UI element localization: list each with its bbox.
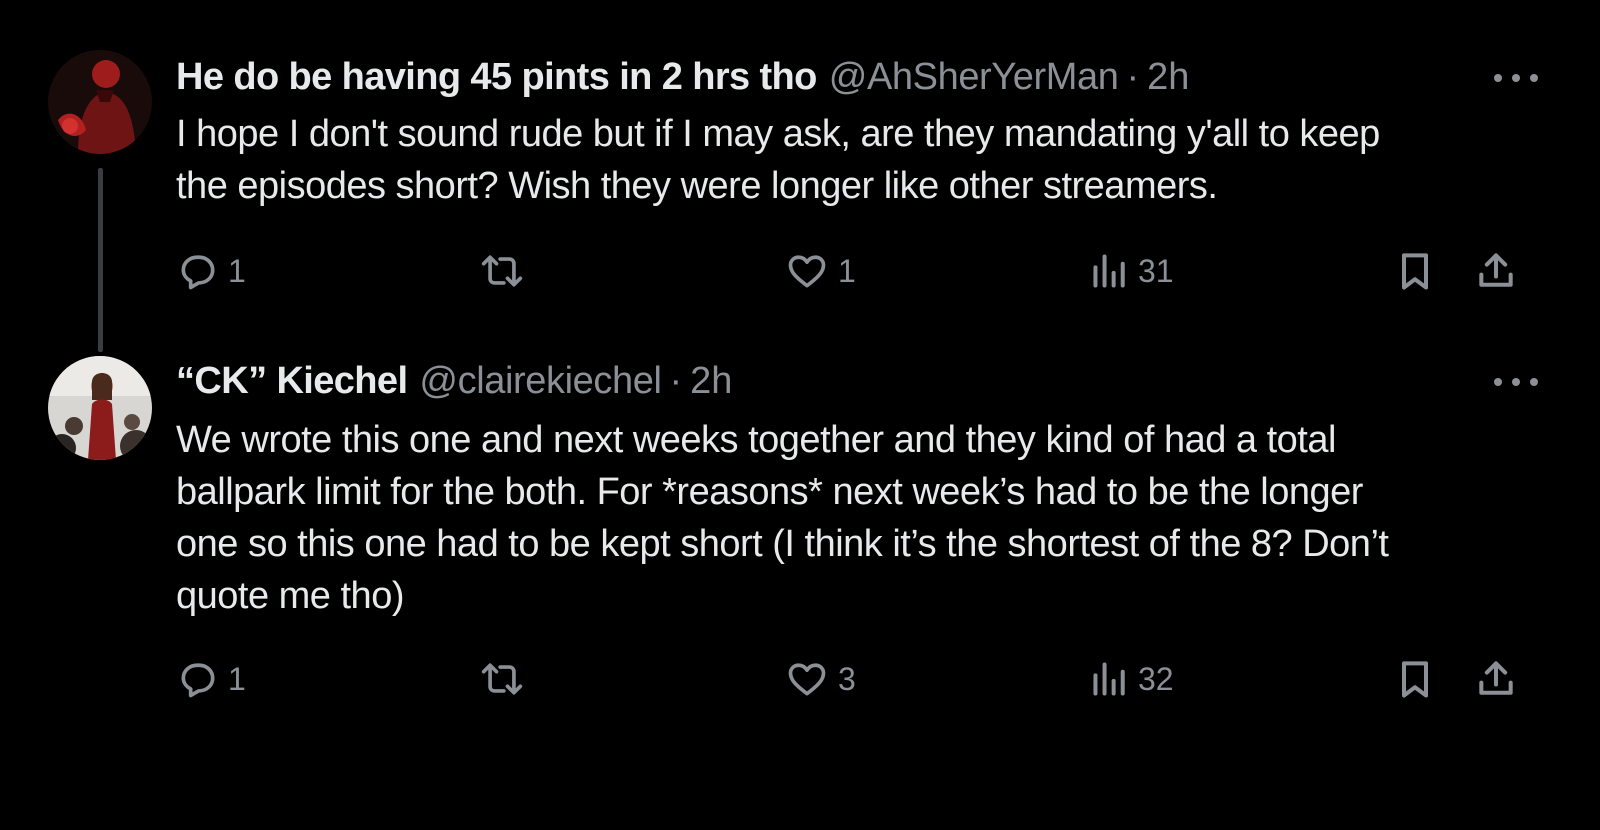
share-icon xyxy=(1479,253,1513,287)
bookmark-icon xyxy=(1401,661,1429,698)
share-button[interactable] xyxy=(1474,654,1518,704)
tweet-text-line: one so this one had to be kept short (I … xyxy=(176,523,1389,565)
more-icon-dot xyxy=(1494,74,1502,82)
timestamp[interactable]: 2h xyxy=(1147,56,1189,99)
bookmark-button[interactable] xyxy=(1394,654,1436,704)
reply-icon xyxy=(181,663,215,698)
views-icon xyxy=(1093,662,1125,696)
avatar-red-figure-icon xyxy=(48,50,152,154)
tweet-header: He do be having 45 pints in 2 hrs tho @A… xyxy=(176,52,1189,102)
tweet-text-line: the episodes short? Wish they were longe… xyxy=(176,165,1218,207)
more-icon-dot xyxy=(1512,74,1520,82)
tweet-text-line: quote me tho) xyxy=(176,575,404,617)
tweet-text: I hope I don't sound rude but if I may a… xyxy=(176,108,1536,212)
reply-button[interactable]: 1 xyxy=(176,246,246,296)
reply-button[interactable]: 1 xyxy=(176,654,246,704)
user-handle[interactable]: @clairekiechel xyxy=(419,360,661,403)
tweet-actions: 1 1 31 xyxy=(176,246,1546,296)
more-icon-dot xyxy=(1494,378,1502,386)
avatar[interactable] xyxy=(48,50,152,154)
like-button[interactable]: 3 xyxy=(784,654,856,704)
more-icon-dot xyxy=(1530,74,1538,82)
repost-icon xyxy=(481,663,523,695)
tweet-text-line: We wrote this one and next weeks togethe… xyxy=(176,419,1336,461)
more-icon-dot xyxy=(1512,378,1520,386)
repost-icon xyxy=(481,255,523,287)
tweet-text-line: ballpark limit for the both. For *reason… xyxy=(176,471,1363,513)
tweet-header: “CK” Kiechel @clairekiechel · 2h xyxy=(176,356,732,406)
like-count: 3 xyxy=(838,660,856,697)
repost-button[interactable] xyxy=(478,654,534,704)
avatar-person-red-dress-icon xyxy=(48,356,152,460)
more-options-button[interactable] xyxy=(1494,68,1538,88)
avatar[interactable] xyxy=(48,356,152,460)
thread-connector-line xyxy=(98,168,103,352)
separator: · xyxy=(669,359,683,402)
separator: · xyxy=(1126,55,1140,98)
repost-button[interactable] xyxy=(478,246,534,296)
share-button[interactable] xyxy=(1474,246,1518,296)
reply-count: 1 xyxy=(228,252,246,289)
reply-count: 1 xyxy=(228,660,246,697)
more-options-button[interactable] xyxy=(1494,372,1538,392)
like-count: 1 xyxy=(838,252,856,289)
more-icon-dot xyxy=(1530,378,1538,386)
bookmark-icon xyxy=(1401,253,1429,290)
timestamp[interactable]: 2h xyxy=(690,360,732,403)
user-handle[interactable]: @AhSherYerMan xyxy=(829,56,1119,99)
views-count: 31 xyxy=(1138,252,1174,289)
views-icon xyxy=(1093,254,1125,288)
views-count: 32 xyxy=(1138,660,1174,697)
share-icon xyxy=(1479,661,1513,695)
reply-icon xyxy=(181,255,215,290)
tweet-actions: 1 3 32 xyxy=(176,654,1546,704)
heart-icon xyxy=(788,663,826,696)
like-button[interactable]: 1 xyxy=(784,246,856,296)
display-name[interactable]: “CK” Kiechel xyxy=(176,360,408,403)
views-button[interactable]: 31 xyxy=(1090,246,1174,296)
tweet-text: We wrote this one and next weeks togethe… xyxy=(176,414,1536,622)
bookmark-button[interactable] xyxy=(1394,246,1436,296)
tweet-text-line: I hope I don't sound rude but if I may a… xyxy=(176,113,1380,155)
views-button[interactable]: 32 xyxy=(1090,654,1174,704)
heart-icon xyxy=(788,255,826,288)
display-name[interactable]: He do be having 45 pints in 2 hrs tho xyxy=(176,56,817,99)
